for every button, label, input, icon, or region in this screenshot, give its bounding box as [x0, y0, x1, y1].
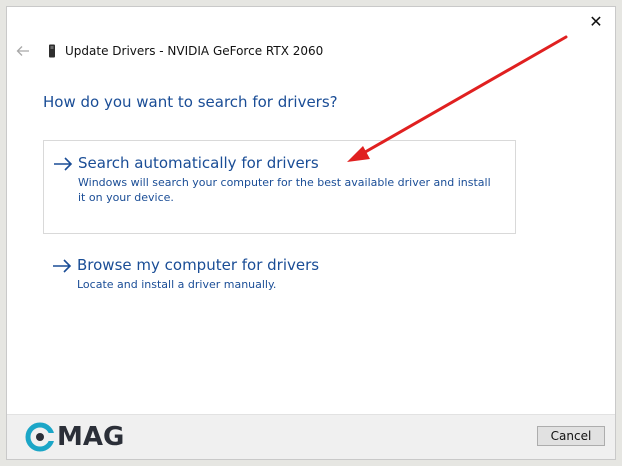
back-arrow-icon: [16, 46, 29, 56]
option-title: Browse my computer for drivers: [77, 256, 320, 274]
cmag-logo: MAG: [25, 420, 124, 454]
option-title: Search automatically for drivers: [78, 154, 319, 172]
close-button[interactable]: ✕: [585, 11, 607, 31]
right-arrow-icon: [54, 157, 73, 171]
dialog-title: Update Drivers - NVIDIA GeForce RTX 2060: [65, 44, 324, 58]
right-arrow-icon: [53, 259, 72, 273]
logo-text: MAG: [57, 422, 125, 452]
close-icon: ✕: [589, 11, 603, 31]
search-automatically-option[interactable]: Search automatically for drivers Windows…: [43, 140, 516, 234]
update-drivers-dialog: ✕ Update Drivers - NVIDIA GeForce RTX 20…: [6, 6, 616, 460]
dialog-footer: MAG Cancel: [7, 414, 615, 459]
option-description: Locate and install a driver manually.: [77, 278, 277, 291]
device-icon: [47, 43, 57, 59]
cancel-button[interactable]: Cancel: [537, 426, 605, 446]
cmag-logo-icon: [25, 422, 55, 452]
page-heading: How do you want to search for drivers?: [43, 93, 338, 111]
dialog-header: Update Drivers - NVIDIA GeForce RTX 2060: [15, 41, 323, 61]
option-description: Windows will search your computer for th…: [78, 176, 491, 204]
back-button[interactable]: [15, 43, 31, 59]
browse-computer-option[interactable]: Browse my computer for drivers Locate an…: [43, 243, 516, 305]
